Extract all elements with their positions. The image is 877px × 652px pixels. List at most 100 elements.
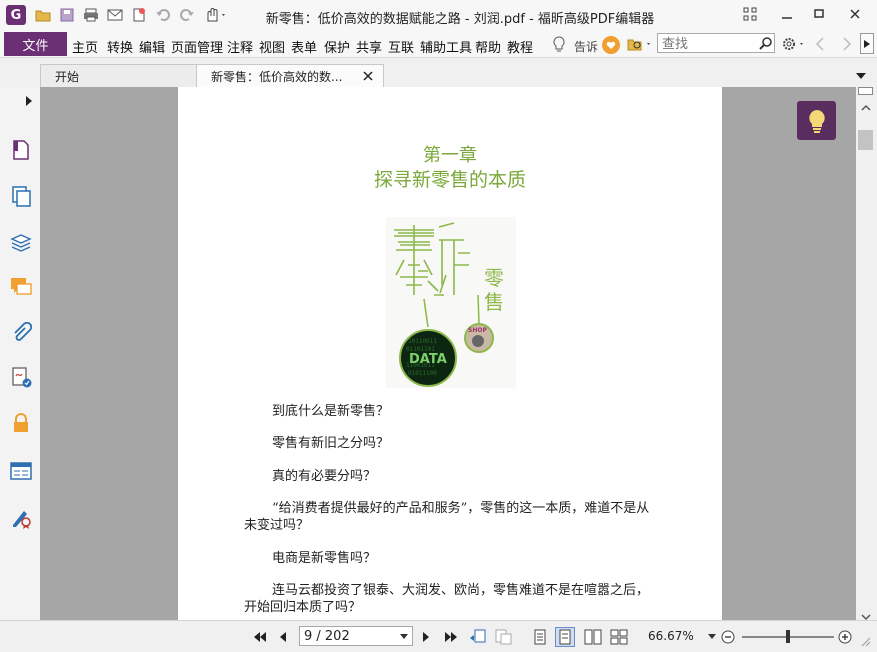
paragraph-1: 到底什么是新零售？ [272, 404, 390, 419]
svg-text:10110011: 10110011 [408, 338, 437, 345]
email-icon[interactable] [106, 6, 124, 24]
menu-tutorial[interactable]: 教程 [507, 37, 533, 56]
image-data-label: DATA [409, 352, 447, 367]
facing-view-icon[interactable] [584, 629, 602, 645]
page-indicator: 9 / 202 [304, 628, 350, 644]
image-side-text-part1: 零 [484, 266, 504, 290]
resize-grip-icon[interactable] [859, 635, 871, 647]
foxit-logo-icon[interactable]: G [6, 5, 26, 25]
undo-icon[interactable] [154, 6, 172, 24]
lightbulb-icon [808, 109, 825, 133]
close-button[interactable] [840, 2, 870, 26]
expand-panel-icon[interactable] [26, 95, 32, 109]
zoom-level[interactable]: 66.67% [648, 629, 694, 643]
pdf-page: 第一章 探寻新零售的本质 零 售 10110011 01101101 110010… [178, 87, 722, 620]
menu-accessibility[interactable]: 辅助工具 [420, 37, 472, 56]
settings-gear-icon[interactable] [781, 36, 807, 55]
zoom-out-icon[interactable] [721, 629, 735, 645]
ribbon-menu-bar: 文件 主页 转换 编辑 页面管理 注释 视图 表单 保护 共享 互联 辅助工具 … [0, 32, 877, 57]
attachment-icon[interactable] [10, 321, 33, 344]
redo-icon[interactable] [178, 6, 196, 24]
find-folder-icon[interactable] [627, 36, 653, 55]
menu-form[interactable]: 表单 [291, 37, 317, 56]
form-fields-icon[interactable] [10, 460, 32, 482]
menu-convert[interactable]: 转换 [107, 37, 133, 56]
signature-icon[interactable] [10, 367, 32, 389]
search-input[interactable] [657, 33, 775, 53]
menu-view[interactable]: 视图 [259, 37, 285, 56]
menu-protect[interactable]: 保护 [324, 37, 350, 56]
certify-icon[interactable] [10, 507, 32, 529]
minimize-button[interactable] [772, 2, 802, 26]
print-icon[interactable] [82, 6, 100, 24]
title-bar: G 新零售：低价高效的数据赋能之路 - 刘润.pdf - 福昕高级PDF编辑器 [0, 0, 877, 32]
menu-connect[interactable]: 互联 [388, 37, 414, 56]
paragraph-3: 真的有必要分吗？ [272, 469, 377, 484]
paragraph-2: 零售有新旧之分吗？ [272, 436, 390, 451]
scroll-up-icon[interactable] [861, 100, 871, 114]
feedback-heart-icon[interactable] [602, 36, 620, 54]
zoom-in-icon[interactable] [838, 629, 852, 645]
paragraph-4: “给消费者提供最好的产品和服务”，零售的这一本质，难道不是从未变过吗？ [244, 501, 650, 533]
tab-list-dropdown-icon[interactable] [856, 69, 866, 83]
image-side-text-part2: 售 [484, 290, 504, 314]
page-dropdown-icon[interactable] [400, 629, 408, 644]
zoom-dropdown-icon[interactable] [707, 629, 717, 645]
menu-page-management[interactable]: 页面管理 [171, 37, 223, 56]
maximize-button[interactable] [804, 2, 834, 26]
tips-lightbulb-button[interactable] [797, 101, 836, 140]
menu-help[interactable]: 帮助 [475, 37, 501, 56]
chapter-title: 探寻新零售的本质 [373, 169, 526, 191]
menu-edit[interactable]: 编辑 [139, 37, 165, 56]
next-page-icon[interactable] [420, 629, 432, 645]
continuous-facing-view-icon[interactable] [610, 629, 628, 645]
lightbulb-icon[interactable] [552, 36, 566, 57]
vertical-scrollbar[interactable] [856, 87, 877, 621]
next-view-icon[interactable] [495, 629, 513, 645]
search-icon[interactable] [759, 36, 773, 53]
new-retail-illustration: 零 售 10110011 01101101 11001011 01011100 DA… [384, 215, 518, 390]
save-icon[interactable] [58, 6, 76, 24]
back-arrow-icon[interactable] [814, 36, 826, 55]
zoom-slider-thumb[interactable] [786, 630, 790, 643]
layers-icon[interactable] [10, 231, 32, 253]
tell-me-label[interactable]: 告诉 [574, 38, 598, 55]
thumbnails-icon[interactable] [10, 185, 32, 207]
image-shop-label: SHOP [468, 327, 487, 334]
previous-page-icon[interactable] [277, 629, 289, 645]
close-tab-icon[interactable] [363, 70, 373, 84]
paragraph-5: 电商是新零售吗？ [272, 551, 377, 566]
tab-label: 开始 [55, 69, 80, 84]
layout-grid-icon[interactable] [735, 2, 765, 26]
security-lock-icon[interactable] [10, 412, 32, 434]
menu-comment[interactable]: 注释 [227, 37, 253, 56]
ribbon-scroll-right-icon[interactable] [860, 33, 874, 54]
comments-icon[interactable] [10, 276, 32, 298]
navigation-panel [0, 87, 43, 620]
menu-home[interactable]: 主页 [72, 37, 98, 56]
file-menu-button[interactable]: 文件 [4, 32, 67, 56]
document-tab-strip: 开始 新零售：低价高效的数... [0, 57, 877, 88]
forward-arrow-icon[interactable] [841, 36, 853, 55]
tab-label: 新零售：低价高效的数... [211, 69, 343, 84]
window-title: 新零售：低价高效的数据赋能之路 - 刘润.pdf - 福昕高级PDF编辑器 [265, 12, 655, 27]
svg-text:01011100: 01011100 [408, 370, 437, 377]
previous-view-icon[interactable] [469, 629, 487, 645]
page-icon[interactable] [10, 139, 32, 161]
first-page-icon[interactable] [252, 629, 268, 645]
split-view-handle[interactable] [858, 87, 873, 95]
page-number-field[interactable]: 9 / 202 [299, 626, 413, 646]
chapter-number: 第一章 [423, 145, 477, 166]
single-page-view-icon[interactable] [533, 629, 547, 645]
paragraph-6: 连马云都投资了银泰、大润发、欧尚，零售难道不是在喧嚣之后，开始回归本质了吗？ [244, 583, 650, 615]
menu-share[interactable]: 共享 [356, 37, 382, 56]
tab-document[interactable]: 新零售：低价高效的数... [196, 64, 384, 87]
continuous-page-view-icon[interactable] [555, 627, 575, 647]
status-bar: 9 / 202 66.67% [0, 620, 877, 652]
open-folder-icon[interactable] [34, 6, 52, 24]
scrollbar-thumb[interactable] [858, 130, 873, 150]
last-page-icon[interactable] [443, 629, 459, 645]
new-document-icon[interactable] [130, 6, 148, 24]
hand-tool-icon[interactable] [203, 6, 229, 24]
tab-start[interactable]: 开始 [40, 64, 200, 87]
